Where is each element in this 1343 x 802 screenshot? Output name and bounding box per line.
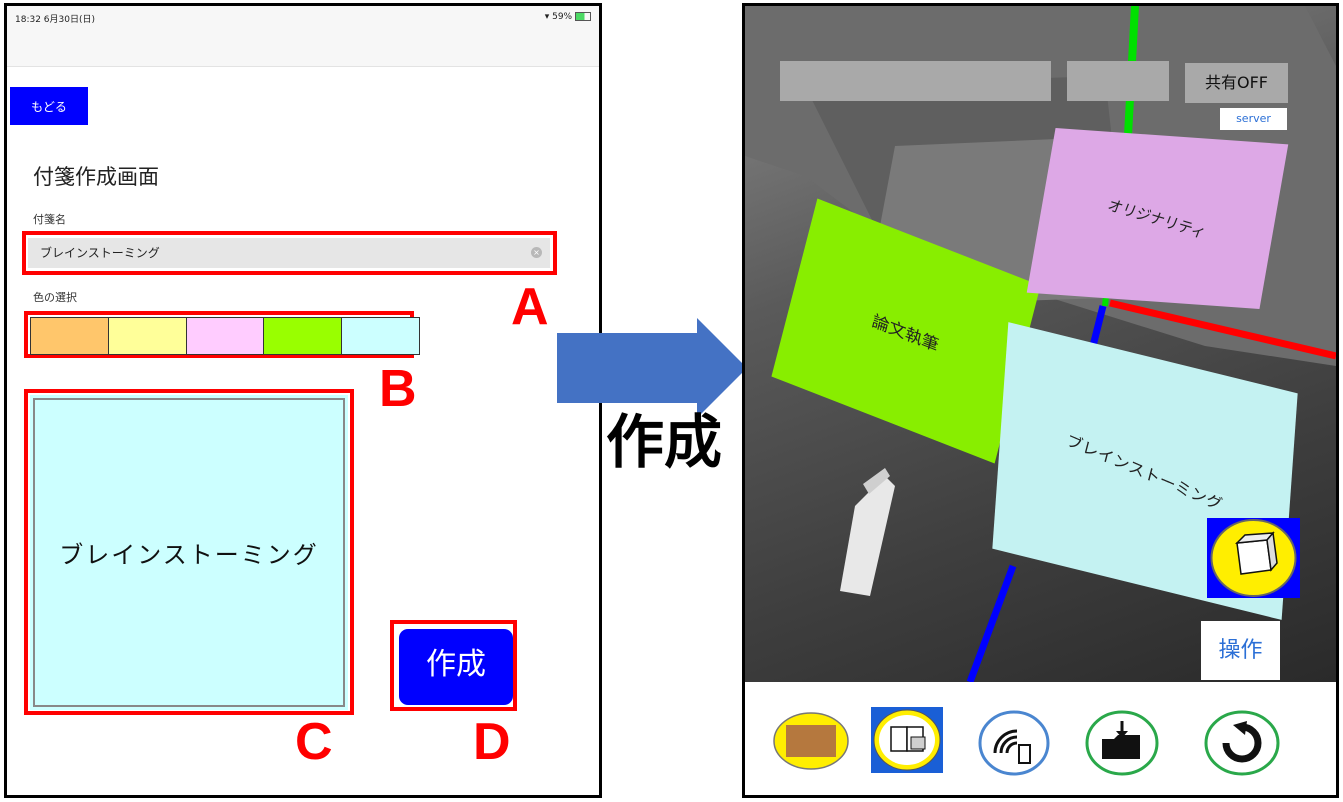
status-bar: 18:32 6月30日(日) ▾ 59% bbox=[7, 6, 599, 67]
callout-label-d: D bbox=[473, 713, 511, 771]
swatch-green[interactable] bbox=[263, 318, 342, 354]
operate-button[interactable]: 操作 bbox=[1201, 621, 1280, 680]
ar-sticky-text: 論文執筆 bbox=[869, 311, 941, 356]
wifi-device-icon[interactable] bbox=[977, 709, 1051, 777]
callout-label-a: A bbox=[511, 278, 549, 336]
ar-camera-view[interactable]: 共有OFF server 論文執筆 オリジナリティ ブレインストーミング 操作 bbox=[745, 6, 1336, 682]
back-button[interactable]: もどる bbox=[10, 87, 88, 125]
clear-icon[interactable]: × bbox=[531, 247, 542, 258]
ar-sticky-note[interactable]: オリジナリティ bbox=[1026, 128, 1289, 309]
swatch-yellow[interactable] bbox=[107, 318, 186, 354]
ar-sticky-text: ブレインストーミング bbox=[1064, 430, 1225, 515]
sticky-name-value: ブレインストーミング bbox=[40, 246, 160, 260]
sticky-creation-screen: 18:32 6月30日(日) ▾ 59% もどる 付箋作成画面 付箋名 ブレイン… bbox=[4, 3, 602, 798]
battery-percent: 59% bbox=[552, 12, 573, 22]
wifi-icon: ▾ bbox=[544, 12, 550, 22]
status-bar-placeholder-2 bbox=[1067, 61, 1169, 101]
usb-stick-shape bbox=[840, 468, 895, 596]
box-mode-button[interactable] bbox=[1207, 518, 1300, 598]
battery-icon bbox=[575, 12, 591, 21]
bottom-toolbar bbox=[745, 682, 1336, 795]
status-bar-placeholder-1 bbox=[780, 61, 1051, 101]
battery-status: ▾ 59% bbox=[545, 12, 591, 22]
download-folder-icon[interactable] bbox=[1084, 709, 1160, 777]
swatch-cyan[interactable] bbox=[341, 318, 420, 354]
notebook-photo-icon[interactable] bbox=[871, 707, 943, 773]
ar-screen: 共有OFF server 論文執筆 オリジナリティ ブレインストーミング 操作 bbox=[742, 3, 1339, 798]
sticky-preview: ブレインストーミング bbox=[30, 395, 348, 710]
status-time: 18:32 6月30日(日) bbox=[15, 15, 95, 25]
callout-label-b: B bbox=[379, 360, 417, 418]
refresh-icon[interactable] bbox=[1203, 709, 1281, 777]
color-select-label: 色の選択 bbox=[33, 291, 77, 304]
page-title: 付箋作成画面 bbox=[33, 165, 159, 189]
swatch-pink[interactable] bbox=[185, 318, 264, 354]
cube-icon bbox=[1210, 519, 1297, 597]
cork-board-icon[interactable] bbox=[772, 711, 850, 771]
swatch-orange[interactable] bbox=[30, 318, 108, 354]
create-button[interactable]: 作成 bbox=[399, 629, 513, 705]
callout-label-c: C bbox=[295, 713, 333, 771]
sticky-preview-text: ブレインストーミング bbox=[59, 541, 319, 569]
ar-sticky-text: オリジナリティ bbox=[1105, 195, 1210, 242]
server-button[interactable]: server bbox=[1220, 108, 1287, 130]
transition-label: 作成 bbox=[606, 408, 723, 476]
color-swatch-row bbox=[30, 317, 420, 355]
sticky-name-input[interactable]: ブレインストーミング × bbox=[28, 238, 550, 268]
sticky-name-label: 付箋名 bbox=[33, 213, 66, 226]
share-toggle-button[interactable]: 共有OFF bbox=[1185, 63, 1288, 103]
